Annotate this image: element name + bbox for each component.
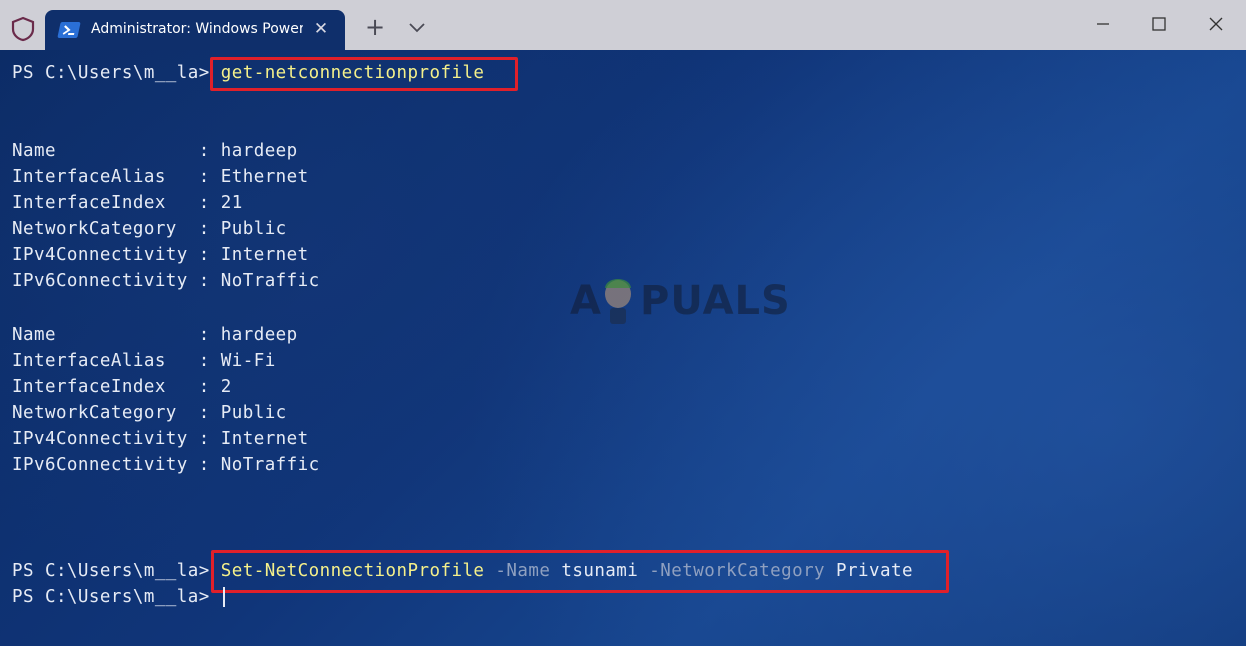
powershell-window: Administrator: Windows PowerShell ✕ + A … [0, 0, 1246, 646]
new-tab-button[interactable]: + [362, 14, 388, 40]
profile-1-row-ipv6connectivity: IPv6Connectivity : NoTraffic [12, 271, 320, 291]
profile-1-row-interfacealias: InterfaceAlias : Ethernet [12, 167, 309, 187]
profile-2-row-name: Name : hardeep [12, 325, 298, 345]
title-bar: Administrator: Windows PowerShell ✕ + [0, 0, 1246, 50]
highlight-box-command2 [211, 550, 949, 593]
profile-2-row-interfacealias: InterfaceAlias : Wi-Fi [12, 351, 276, 371]
profile-2-row-interfaceindex: InterfaceIndex : 2 [12, 377, 232, 397]
profile-1-row-interfaceindex: InterfaceIndex : 21 [12, 193, 243, 213]
window-close-button[interactable] [1193, 8, 1239, 40]
maximize-button[interactable] [1136, 8, 1182, 40]
tab-close-button[interactable]: ✕ [311, 18, 331, 40]
profile-2-row-networkcategory: NetworkCategory : Public [12, 403, 287, 423]
highlight-box-command1 [210, 57, 518, 91]
prompt: PS C:\Users\m__la> [12, 63, 210, 83]
profile-2-row-ipv4connectivity: IPv4Connectivity : Internet [12, 429, 309, 449]
terminal-output[interactable]: PS C:\Users\m__la> get-netconnectionprof… [12, 57, 1240, 641]
prompt-line-3[interactable]: PS C:\Users\m__la> [12, 585, 225, 609]
shield-icon [11, 16, 35, 42]
tab-title: Administrator: Windows PowerShell [91, 21, 303, 37]
minimize-button[interactable] [1080, 8, 1126, 40]
chevron-down-icon[interactable] [404, 14, 430, 40]
profile-2-row-ipv6connectivity: IPv6Connectivity : NoTraffic [12, 455, 320, 475]
profile-1-row-ipv4connectivity: IPv4Connectivity : Internet [12, 245, 309, 265]
prompt: PS C:\Users\m__la> [12, 587, 210, 607]
powershell-icon [57, 22, 81, 38]
profile-1-row-name: Name : hardeep [12, 141, 298, 161]
tab-powershell[interactable]: Administrator: Windows PowerShell ✕ [45, 10, 345, 50]
prompt: PS C:\Users\m__la> [12, 561, 210, 581]
profile-1-row-networkcategory: NetworkCategory : Public [12, 219, 287, 239]
text-cursor [222, 587, 225, 607]
